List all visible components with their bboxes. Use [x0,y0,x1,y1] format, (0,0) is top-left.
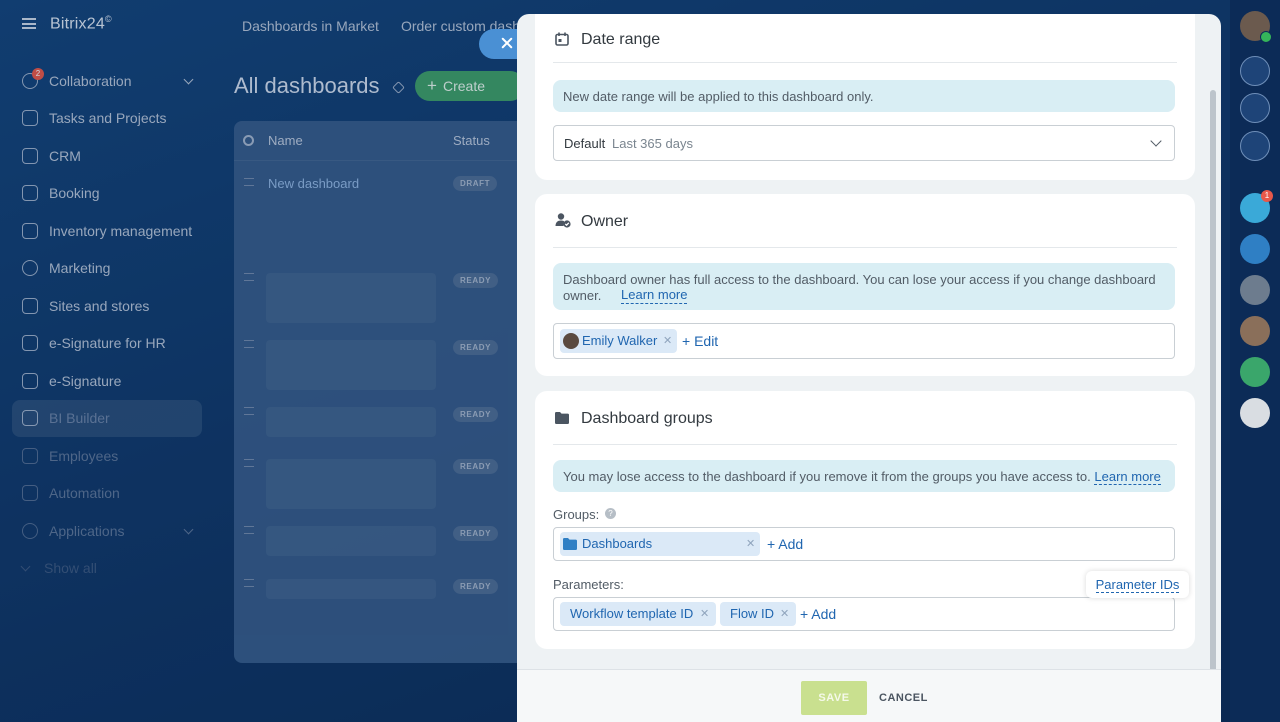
contact-avatar[interactable] [1240,275,1270,305]
parameter-ids-link[interactable]: Parameter IDs [1086,571,1189,598]
contact-avatar[interactable] [1240,398,1270,428]
owner-avatar [563,333,579,349]
parameter-chip-label: Workflow template ID [570,606,694,621]
save-button[interactable]: SAVE [801,681,867,715]
remove-parameter-icon[interactable]: ✕ [780,602,789,626]
chevron-down-icon [1150,135,1162,147]
groups-label: Groups: ? [553,507,616,522]
cancel-button[interactable]: CANCEL [879,681,928,715]
divider [553,62,1177,63]
date-range-select[interactable]: Default Last 365 days [553,125,1175,161]
parameter-chip-label: Flow ID [730,606,775,621]
groups-info: You may lose access to the dashboard if … [553,460,1175,492]
owner-selector[interactable]: Emily Walker ✕ + Edit [553,323,1175,359]
group-chip[interactable]: Dashboards ✕ [560,532,760,556]
messenger-icon[interactable]: 1 [1240,190,1273,223]
bell-icon[interactable] [1240,56,1270,86]
remove-parameter-icon[interactable]: ✕ [700,602,709,626]
right-rail: 1 [1230,0,1280,722]
folder-icon [555,412,569,424]
parameter-ids-link-text: Parameter IDs [1095,577,1180,593]
add-parameter-link[interactable]: + Add [800,602,836,626]
scrollbar[interactable] [1210,90,1216,710]
groups-info-text: You may lose access to the dashboard if … [563,469,1091,484]
panel-footer: SAVE CANCEL [517,669,1221,722]
remove-group-icon[interactable]: ✕ [746,532,755,556]
notes-icon[interactable] [1240,357,1270,387]
date-range-info-text: New date range will be applied to this d… [563,89,874,104]
date-range-select-value: Last 365 days [612,136,693,151]
date-range-info: New date range will be applied to this d… [553,80,1175,112]
bookmark-icon[interactable] [1240,234,1270,264]
search-chat-icon[interactable] [1240,131,1270,161]
help-icon[interactable]: ? [605,508,616,519]
group-chip-label: Dashboards [582,536,653,551]
user-avatar[interactable] [1240,11,1272,43]
dashboard-groups-title: Dashboard groups [581,410,713,427]
owner-card: Owner Dashboard owner has full access to… [535,194,1195,376]
close-icon[interactable] [500,36,514,50]
user-check-icon [555,213,571,228]
groups-learn-more-link[interactable]: Learn more [1094,469,1161,485]
divider [553,444,1177,445]
calendar-icon [555,32,569,46]
groups-label-text: Groups: [553,507,600,522]
remove-owner-icon[interactable]: ✕ [663,329,672,353]
date-range-select-default: Default [564,136,606,151]
date-range-card: Date range New date range will be applie… [535,14,1195,180]
divider [553,247,1177,248]
owner-name: Emily Walker [582,333,658,348]
contact-avatar[interactable] [1240,316,1270,346]
owner-title: Owner [581,213,629,230]
status-online-icon [1260,31,1272,43]
owner-edit-link[interactable]: + Edit [682,329,718,353]
parameter-chip[interactable]: Workflow template ID ✕ [560,602,716,626]
dashboard-settings-panel: Date range New date range will be applie… [517,14,1221,722]
date-range-title: Date range [581,31,661,48]
folder-icon [563,538,577,550]
owner-chip[interactable]: Emily Walker ✕ [560,329,677,353]
parameters-selector[interactable]: Workflow template ID ✕ Flow ID ✕ + Add [553,597,1175,631]
notification-badge: 1 [1261,190,1273,202]
add-group-link[interactable]: + Add [767,532,803,556]
parameters-label: Parameters: [553,577,624,592]
owner-learn-more-link[interactable]: Learn more [621,287,688,304]
groups-selector[interactable]: Dashboards ✕ + Add [553,527,1175,561]
owner-info: Dashboard owner has full access to the d… [553,263,1175,310]
parameter-chip[interactable]: Flow ID ✕ [720,602,796,626]
dashboard-groups-card: Dashboard groups You may lose access to … [535,391,1195,649]
spiral-icon[interactable] [1240,93,1270,123]
